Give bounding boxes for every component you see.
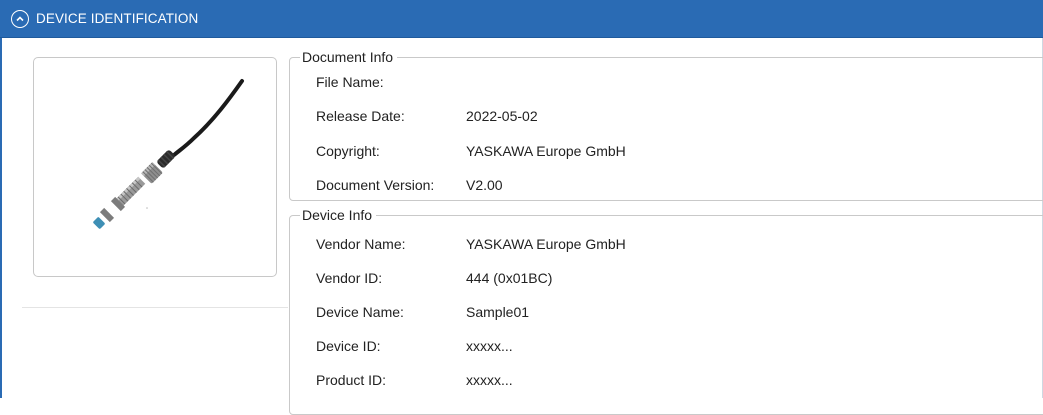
cable-connector-sensor-image <box>93 79 244 229</box>
field-label: Vendor ID: <box>316 270 383 286</box>
field-label: Device ID: <box>316 338 381 354</box>
field-value: 2022-05-02 <box>466 108 538 124</box>
field-label: Copyright: <box>316 143 380 159</box>
field-label: Device Name: <box>316 304 404 320</box>
field-value: xxxxx... <box>466 338 513 354</box>
document-info-group: Document Info File Name: Release Date: 2… <box>289 50 1043 201</box>
field-value: Sample01 <box>466 304 530 320</box>
device-info-group: Device Info Vendor Name: YASKAWA Europe … <box>289 208 1043 415</box>
field-label: File Name: <box>316 74 384 90</box>
field-label: Document Version: <box>316 177 435 193</box>
field-label: Product ID: <box>316 372 387 388</box>
field-value: xxxxx... <box>466 372 513 388</box>
section-header[interactable]: DEVICE IDENTIFICATION <box>0 0 1043 38</box>
section-title: DEVICE IDENTIFICATION <box>36 11 199 26</box>
device-image-frame <box>33 57 277 277</box>
field-label: Vendor Name: <box>316 236 406 252</box>
field-label: Release Date: <box>316 108 405 124</box>
image-divider <box>22 307 288 308</box>
field-value: 444 (0x01BC) <box>466 270 553 286</box>
field-value: YASKAWA Europe GmbH <box>466 236 626 252</box>
device-info-title: Device Info <box>300 208 377 223</box>
document-info-title: Document Info <box>300 50 398 65</box>
field-value: YASKAWA Europe GmbH <box>466 143 626 159</box>
field-value: V2.00 <box>466 177 503 193</box>
chevron-up-circle-icon[interactable] <box>11 9 29 28</box>
